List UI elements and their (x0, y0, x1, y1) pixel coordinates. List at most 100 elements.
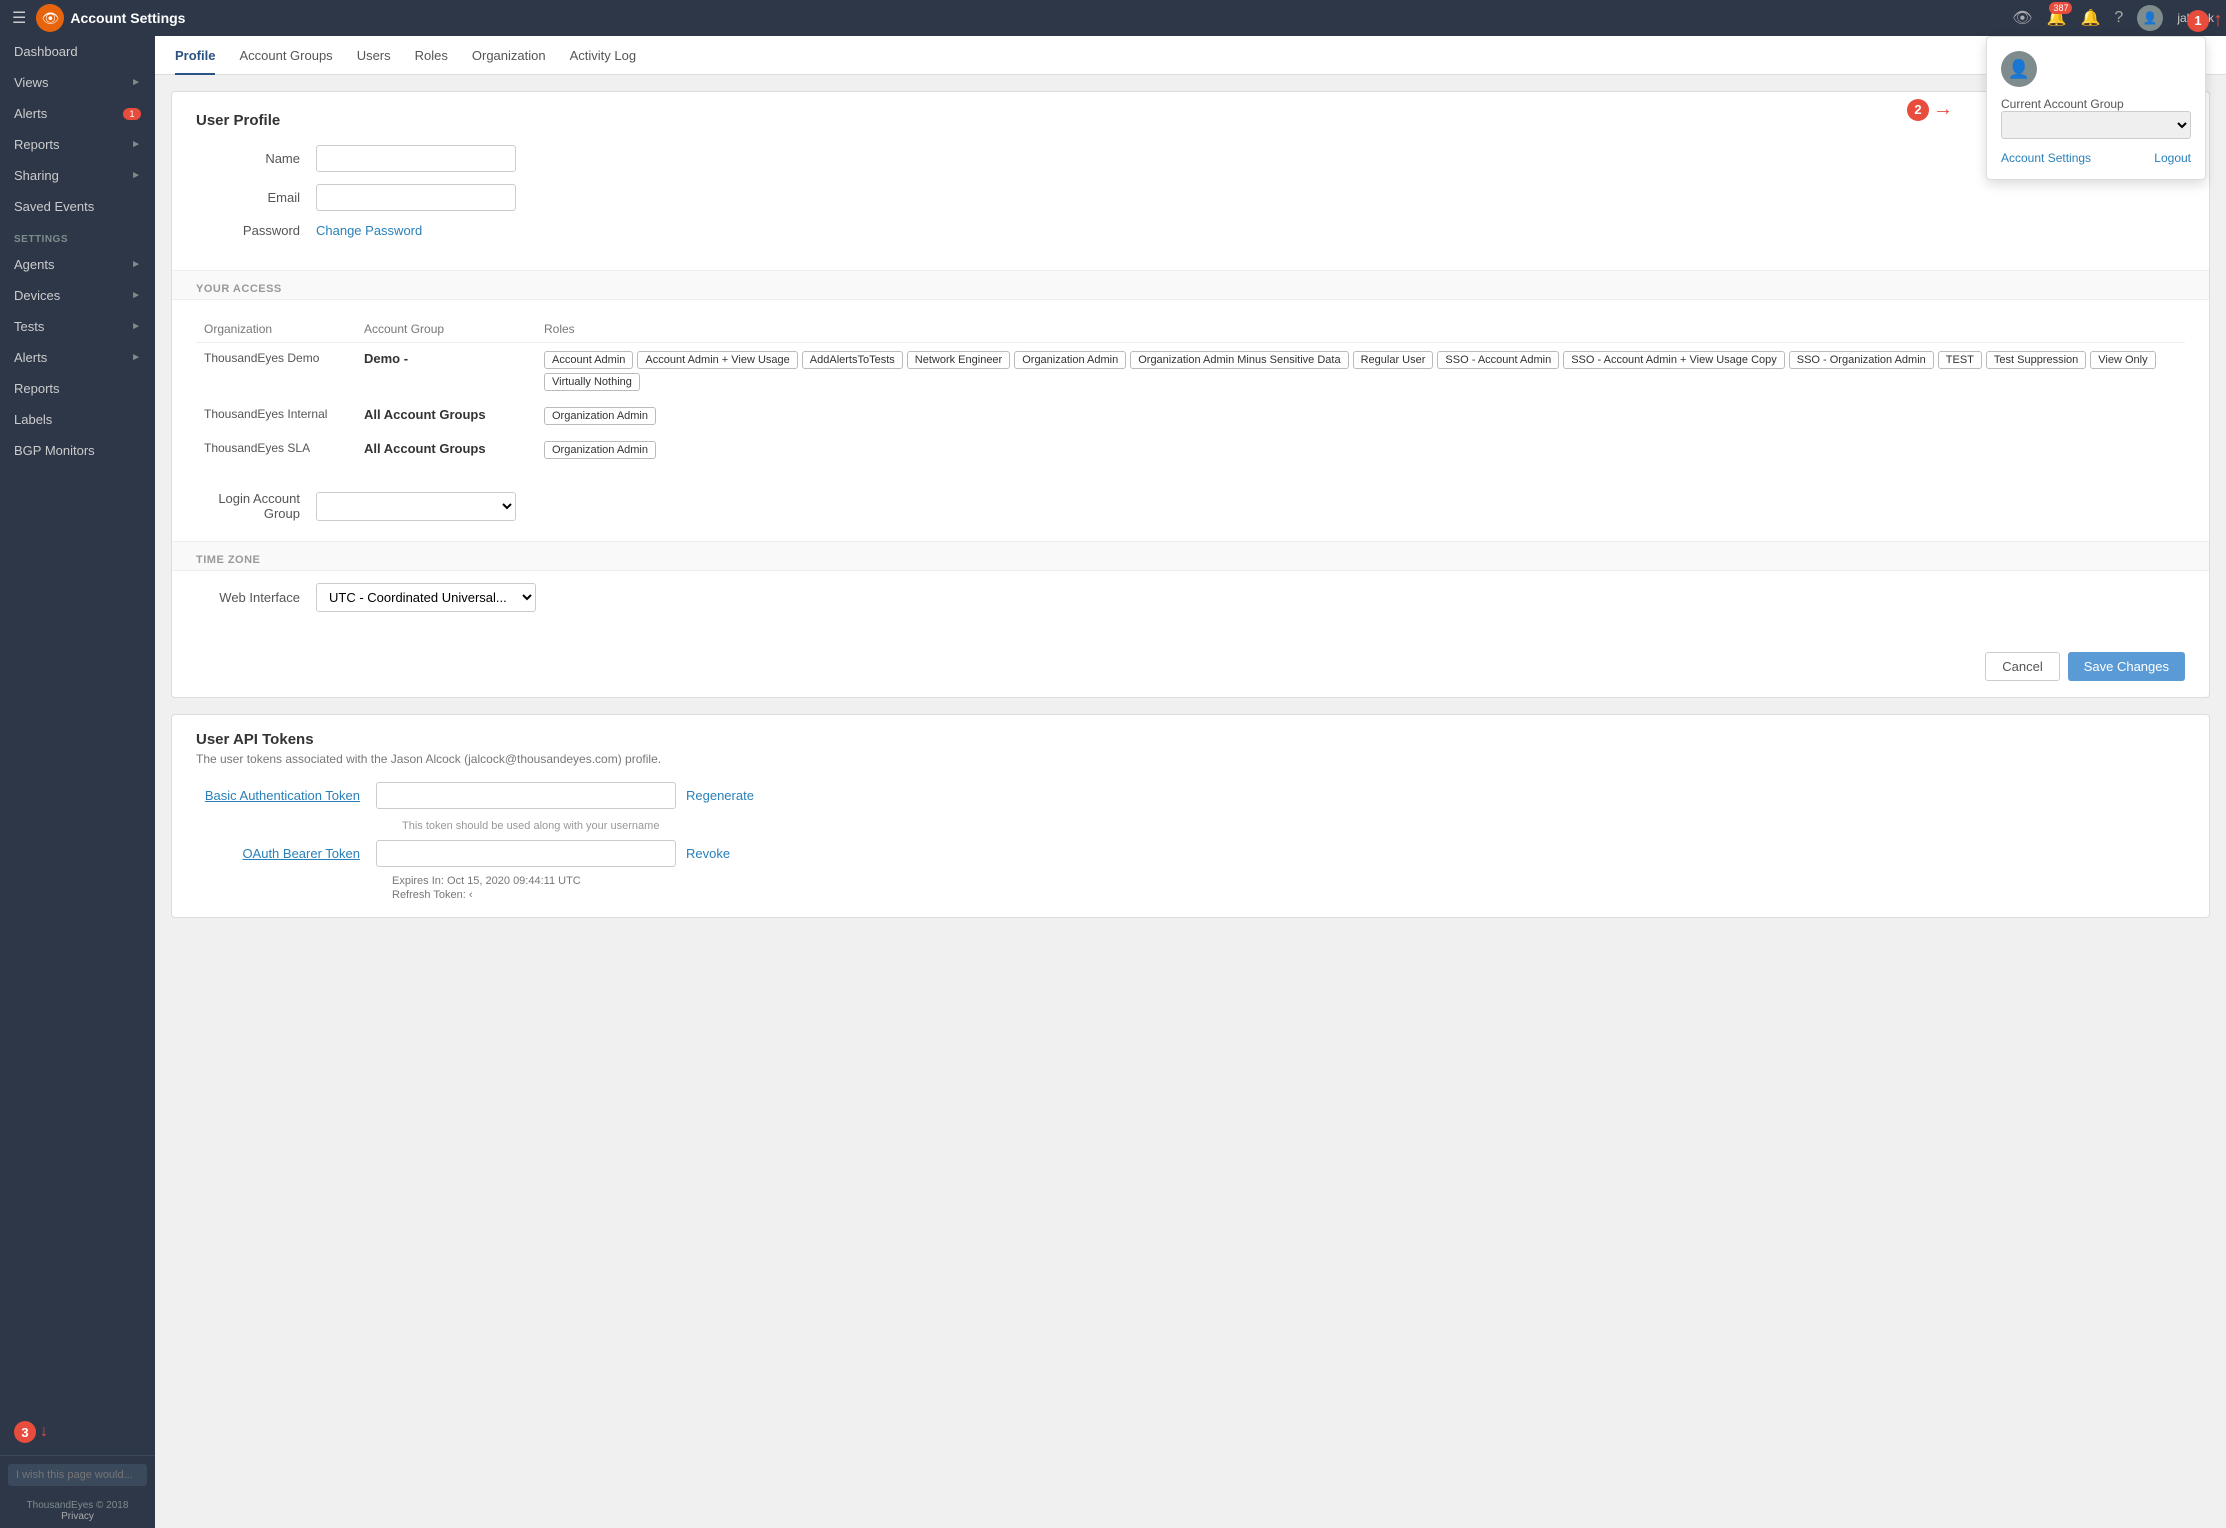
sidebar-item-reports-settings[interactable]: Reports (0, 373, 155, 404)
oauth-input[interactable] (376, 840, 676, 867)
eye-icon[interactable]: 👁 (2012, 8, 2032, 28)
topbar-right: 👁 🔔 387 🔔 ? 👤 jalcock (2012, 5, 2214, 31)
api-tokens-desc: The user tokens associated with the Jaso… (196, 752, 2185, 766)
privacy-link[interactable]: Privacy (61, 1511, 94, 1522)
chevron-right-icon: ► (131, 77, 141, 88)
sidebar-item-label: Saved Events (14, 199, 94, 214)
sidebar-item-devices[interactable]: Devices ► (0, 280, 155, 311)
annotation-badge-2: 2 (1907, 99, 1929, 121)
role-tag: Virtually Nothing (544, 373, 640, 391)
cancel-button[interactable]: Cancel (1985, 652, 2059, 681)
hamburger-icon[interactable]: ☰ (12, 8, 26, 28)
chevron-right-icon: ► (131, 290, 141, 301)
tab-account-groups[interactable]: Account Groups (239, 36, 332, 75)
org-name: ThousandEyes Internal (196, 399, 356, 433)
annotation-3: 3 ↓ (14, 1421, 141, 1443)
tab-activity-log[interactable]: Activity Log (570, 36, 636, 75)
chevron-right-icon: ► (131, 259, 141, 270)
arrow-right-icon: → (1933, 98, 1953, 121)
sidebar-item-sharing[interactable]: Sharing ► (0, 160, 155, 191)
sidebar-item-label: BGP Monitors (14, 443, 95, 458)
role-tag: Account Admin + View Usage (637, 351, 797, 369)
feedback-input[interactable] (8, 1464, 147, 1486)
chevron-right-icon: ► (131, 321, 141, 332)
notification-icon[interactable]: 🔔 387 (2047, 8, 2067, 28)
timezone-row: Web Interface UTC - Coordinated Universa… (172, 571, 2209, 624)
email-input[interactable] (316, 184, 516, 211)
oauth-row: OAuth Bearer Token Revoke (196, 840, 2185, 867)
sidebar-item-label: Reports (14, 381, 60, 396)
login-account-group-select[interactable] (316, 492, 516, 521)
tab-users[interactable]: Users (357, 36, 391, 75)
change-password-link[interactable]: Change Password (316, 223, 422, 238)
alerts-badge: 1 (123, 108, 141, 120)
notification-badge: 387 (2049, 2, 2072, 14)
account-group-select[interactable] (2001, 111, 2191, 139)
sidebar-feedback (0, 1455, 155, 1494)
sidebar-item-saved-events[interactable]: Saved Events (0, 191, 155, 222)
sidebar-item-label: Labels (14, 412, 52, 427)
sidebar-item-views[interactable]: Views ► (0, 67, 155, 98)
profile-title: User Profile (196, 112, 2185, 129)
regenerate-button[interactable]: Regenerate (686, 788, 754, 803)
basic-auth-row: Basic Authentication Token Regenerate (196, 782, 2185, 809)
sidebar-item-label: Views (14, 75, 48, 90)
sidebar-item-label: Alerts (14, 350, 47, 365)
chevron-right-icon: ► (131, 139, 141, 150)
role-tag: Regular User (1353, 351, 1434, 369)
col-organization: Organization (196, 316, 356, 343)
access-table: Organization Account Group Roles Thousan… (196, 316, 2185, 467)
logout-link[interactable]: Logout (2154, 151, 2191, 165)
expires-label: Expires In: Oct 15, 2020 09:44:11 UTC (392, 875, 2185, 887)
sidebar-item-labels[interactable]: Labels (0, 404, 155, 435)
tab-organization[interactable]: Organization (472, 36, 546, 75)
save-button[interactable]: Save Changes (2068, 652, 2185, 681)
roles-cell: Organization Admin (536, 399, 2185, 433)
name-row: Name (196, 145, 2185, 172)
sidebar-item-label: Reports (14, 137, 60, 152)
name-input[interactable] (316, 145, 516, 172)
annotation-2: 2 → (1907, 98, 1953, 121)
sidebar-item-tests[interactable]: Tests ► (0, 311, 155, 342)
bell-icon[interactable]: 🔔 (2080, 8, 2100, 28)
account-dropdown: 👤 Current Account Group Account Settings… (1986, 36, 2206, 180)
sidebar-item-alerts-settings[interactable]: Alerts ► (0, 342, 155, 373)
avatar[interactable]: 👤 (2137, 5, 2163, 31)
table-row: ThousandEyes DemoDemo -Account AdminAcco… (196, 343, 2185, 400)
sidebar-item-label: Tests (14, 319, 44, 334)
email-label: Email (196, 190, 316, 205)
sidebar-item-alerts[interactable]: Alerts 1 (0, 98, 155, 129)
revoke-button[interactable]: Revoke (686, 846, 730, 861)
oauth-label[interactable]: OAuth Bearer Token (242, 846, 360, 861)
tab-roles[interactable]: Roles (415, 36, 448, 75)
role-tag: Account Admin (544, 351, 633, 369)
basic-auth-label[interactable]: Basic Authentication Token (205, 788, 360, 803)
annotation-3-area: 3 ↓ (0, 1413, 155, 1455)
help-icon[interactable]: ? (2114, 9, 2123, 27)
api-tokens-title: User API Tokens (196, 731, 2185, 748)
role-tag: AddAlertsToTests (802, 351, 903, 369)
sidebar-item-label: Agents (14, 257, 54, 272)
profile-card: User Profile Name Email Password Change … (171, 91, 2210, 698)
timezone-select[interactable]: UTC - Coordinated Universal... (316, 583, 536, 612)
basic-auth-input[interactable] (376, 782, 676, 809)
annotation-badge-3: 3 (14, 1421, 36, 1443)
col-roles: Roles (536, 316, 2185, 343)
account-settings-link[interactable]: Account Settings (2001, 151, 2091, 165)
sidebar-item-reports[interactable]: Reports ► (0, 129, 155, 160)
roles-cell: Organization Admin (536, 433, 2185, 467)
sidebar-item-dashboard[interactable]: Dashboard (0, 36, 155, 67)
password-label: Password (196, 223, 316, 238)
sidebar-item-label: Alerts (14, 106, 47, 121)
sidebar: Dashboard Views ► Alerts 1 Reports ► Sha… (0, 36, 155, 1528)
sidebar-item-agents[interactable]: Agents ► (0, 249, 155, 280)
role-tag: TEST (1938, 351, 1982, 369)
col-account-group: Account Group (356, 316, 536, 343)
annotation-1: 1 ↑ (2187, 9, 2223, 32)
app-title: Account Settings (70, 10, 185, 26)
name-label: Name (196, 151, 316, 166)
sidebar-item-label: Sharing (14, 168, 59, 183)
sidebar-item-bgp[interactable]: BGP Monitors (0, 435, 155, 466)
tab-profile[interactable]: Profile (175, 36, 215, 75)
login-account-group-label: Login Account Group (196, 491, 316, 521)
